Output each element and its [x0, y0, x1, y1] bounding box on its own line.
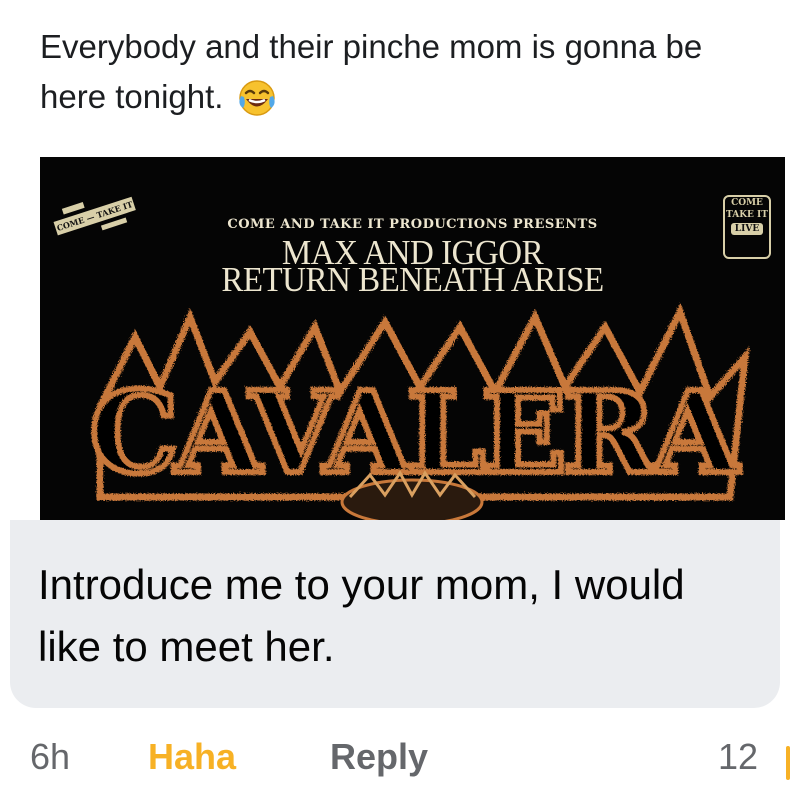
reaction-icon[interactable] — [786, 746, 790, 780]
post-body: Everybody and their pinche mom is gonna … — [40, 28, 703, 115]
headliner-line-2: RETURN BENEATH ARISE — [221, 261, 604, 300]
haha-reaction-button[interactable]: Haha — [148, 736, 236, 778]
band-logo: CAVALERA — [86, 303, 750, 520]
comment-timestamp: 6h — [30, 736, 71, 777]
reaction-count[interactable]: 12 — [718, 736, 758, 778]
comment-text: Introduce me to your mom, I would like t… — [38, 561, 685, 670]
comment-bubble: Introduce me to your mom, I would like t… — [10, 520, 780, 708]
flyer-presents-line: COME AND TAKE IT PRODUCTIONS PRESENTS — [227, 217, 598, 232]
flyer-headliner: MAX AND IGGOR RETURN BENEATH ARISE — [40, 236, 785, 300]
comment-actions: 6h Haha Reply 12 — [0, 730, 800, 790]
laughing-emoji-icon — [237, 78, 277, 118]
event-flyer-image[interactable]: COME — TAKE IT COME TAKE IT LIVE COME AN… — [40, 157, 785, 520]
badge-right-top: COME — [731, 198, 763, 208]
post-text: Everybody and their pinche mom is gonna … — [40, 22, 760, 122]
reply-button[interactable]: Reply — [330, 736, 428, 778]
